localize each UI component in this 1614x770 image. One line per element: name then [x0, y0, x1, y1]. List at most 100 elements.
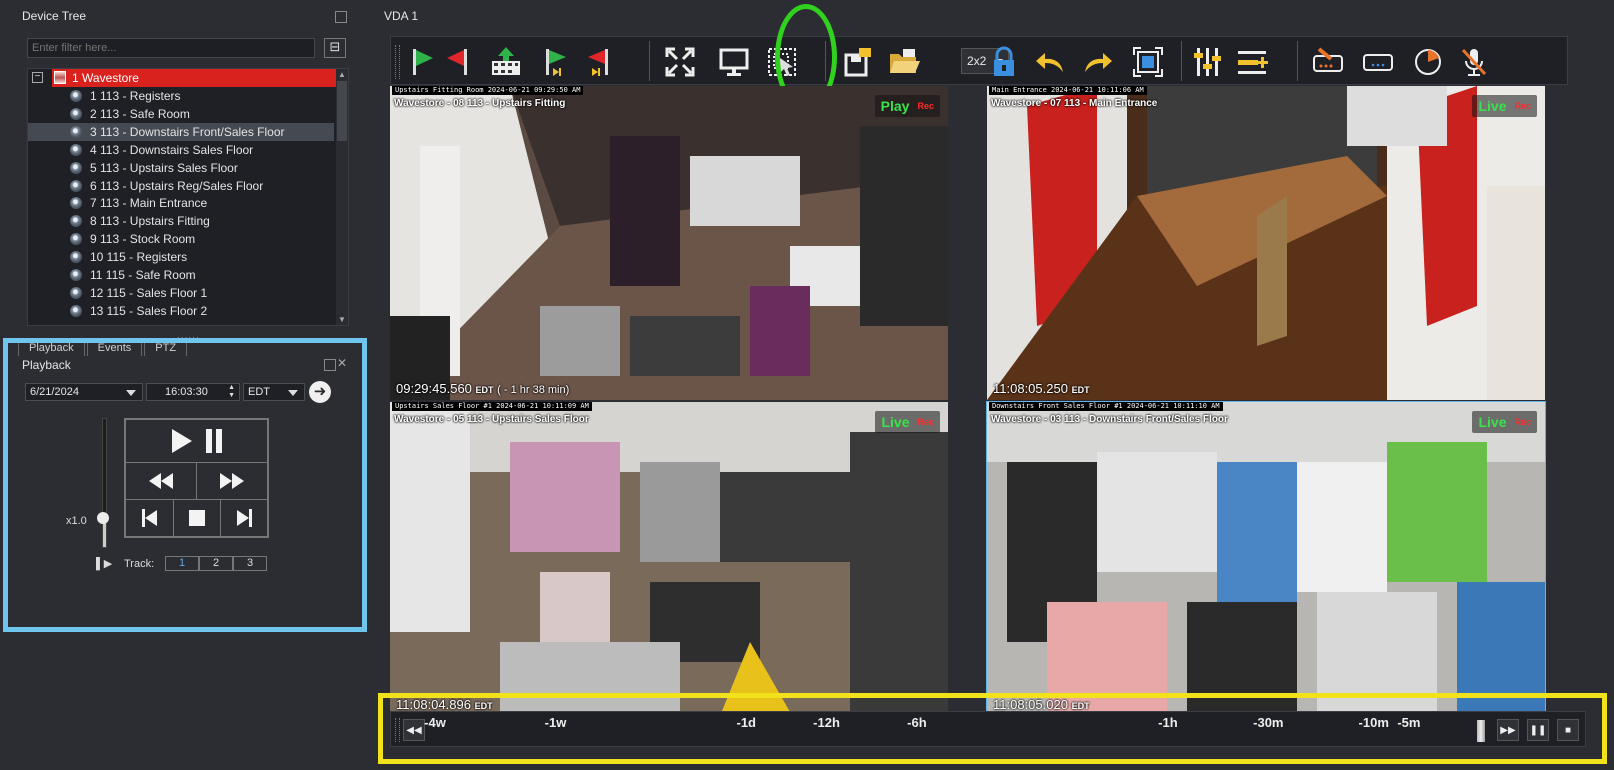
stop-button[interactable] [173, 499, 221, 537]
timeline-pause-button[interactable]: ❚❚ [1527, 719, 1549, 741]
add-overlay-button[interactable] [1235, 45, 1269, 79]
tree-item-camera[interactable]: 9 113 - Stock Room [28, 230, 334, 248]
device-status-button[interactable] [1361, 45, 1395, 79]
scroll-up-icon[interactable]: ▲ [338, 70, 346, 79]
camera-icon [70, 161, 82, 174]
open-view-button[interactable] [887, 45, 921, 79]
tab-events[interactable]: Events [86, 341, 143, 356]
chevron-down-icon [288, 390, 298, 396]
timeline-tick: -5m [1397, 715, 1421, 730]
lock-button[interactable] [987, 45, 1021, 79]
video-tile-1[interactable]: Upstairs Fitting Room 2024-06-21 09:29:5… [390, 86, 948, 400]
device-filter-input[interactable] [27, 38, 315, 58]
tree-item-camera[interactable]: 5 113 - Upstairs Sales Floor [28, 159, 334, 177]
device-icon [1363, 54, 1393, 71]
tree-item-camera[interactable]: 8 113 - Upstairs Fitting [28, 212, 334, 230]
go-to-start-mark-button[interactable] [537, 45, 571, 79]
date-picker[interactable]: 6/21/2024 [25, 383, 143, 401]
tz-value: EDT [1071, 385, 1090, 395]
tree-item-label: 5 113 - Upstairs Sales Floor [90, 160, 238, 175]
tree-scrollbar[interactable]: ▲ ▼ [336, 69, 348, 325]
timestamp: 11:08:05.250 EDT [993, 381, 1090, 396]
tree-item-camera[interactable]: 11 115 - Safe Room [28, 266, 334, 284]
timeline-grip[interactable] [395, 718, 400, 742]
time-spinner[interactable]: 16:03:30 ▲ ▼ [146, 383, 240, 401]
float-icon[interactable] [324, 359, 336, 371]
fast-forward-icon [220, 473, 244, 489]
video-frame [390, 86, 948, 400]
tree-item-camera[interactable]: 12 115 - Sales Floor 1 [28, 284, 334, 302]
tree-item-label: 2 113 - Safe Room [90, 106, 190, 121]
tree-item-label: 6 113 - Upstairs Reg/Sales Floor [90, 178, 264, 193]
speed-slider[interactable] [102, 418, 107, 548]
mark-end-button[interactable] [443, 45, 477, 79]
skip-back-button[interactable] [125, 499, 174, 537]
tree-item-camera[interactable]: 1 113 - Registers [28, 87, 334, 105]
select-region-button[interactable] [765, 45, 799, 79]
timeline-back-button[interactable]: ◀◀ [403, 719, 425, 741]
collapse-all-button[interactable]: ⊟ [324, 38, 346, 58]
flag-red-icon [447, 49, 467, 75]
scroll-down-icon[interactable]: ▼ [338, 315, 346, 324]
frame-step-icon[interactable]: ▌▶ [96, 557, 112, 570]
tree-root-label: 1 Wavestore [72, 71, 139, 85]
redo-button[interactable] [1081, 45, 1115, 79]
ptz-button[interactable] [1411, 45, 1445, 79]
fit-view-button[interactable] [1131, 45, 1165, 79]
save-view-button[interactable] [841, 45, 875, 79]
audio-mute-button[interactable] [1457, 45, 1491, 79]
collapse-icon[interactable]: − [32, 72, 43, 83]
toolbar-grip[interactable] [395, 45, 400, 79]
image-adjust-button[interactable] [1191, 45, 1225, 79]
timeline-tick: -4w [424, 715, 446, 730]
timezone-select[interactable]: EDT [243, 383, 305, 401]
tree-item-camera[interactable]: 7 113 - Main Entrance [28, 194, 334, 212]
go-to-end-mark-button[interactable] [583, 45, 617, 79]
osd-camera-stamp: Downstairs Front Sales Floor #1 2024-06-… [989, 402, 1223, 411]
camera-label: Wavestore - 07 113 - Main Entrance [991, 98, 1158, 109]
tree-item-camera[interactable]: 4 113 - Downstairs Sales Floor [28, 141, 334, 159]
close-icon[interactable]: ✕ [337, 356, 347, 370]
rec-indicator: Rec [1514, 101, 1531, 111]
video-tile-4[interactable]: Downstairs Front Sales Floor #1 2024-06-… [986, 401, 1546, 717]
camera-icon [70, 251, 82, 264]
status-text: Live [1478, 98, 1507, 114]
tree-item-camera[interactable]: 6 113 - Upstairs Reg/Sales Floor [28, 177, 334, 195]
fullscreen-button[interactable] [663, 45, 697, 79]
device-config-button[interactable] [1311, 45, 1345, 79]
tree-item-camera[interactable]: 3 113 - Downstairs Front/Sales Floor [28, 122, 334, 141]
video-frame [987, 402, 1545, 716]
monitor-button[interactable] [717, 45, 751, 79]
timeline-now-marker[interactable] [1477, 720, 1485, 742]
mark-start-button[interactable] [403, 45, 437, 79]
track-2-button[interactable]: 2 [199, 556, 233, 571]
fast-forward-button[interactable] [196, 462, 268, 500]
track-1-button[interactable]: 1 [165, 556, 199, 571]
scroll-thumb[interactable] [337, 81, 347, 141]
undo-button[interactable] [1033, 45, 1067, 79]
timeline-forward-button[interactable]: ▶▶ [1497, 719, 1519, 741]
timeline-track[interactable]: -4w -1w -1d -12h -6h -1h -30m -10m -5m [424, 712, 1439, 746]
track-3-button[interactable]: 3 [233, 556, 267, 571]
export-clip-button[interactable] [489, 45, 523, 79]
tree-root-wavestore[interactable]: − 1 Wavestore [28, 69, 348, 87]
skip-forward-button[interactable] [220, 499, 268, 537]
speed-slider-knob[interactable] [97, 512, 109, 524]
rewind-button[interactable] [125, 462, 197, 500]
tab-ptz[interactable]: PTZ [144, 341, 188, 356]
server-icon [54, 71, 66, 84]
float-icon[interactable] [335, 11, 347, 23]
spinner-arrows-icon[interactable]: ▲ ▼ [228, 384, 235, 400]
rec-indicator: Rec [917, 101, 934, 111]
tree-item-camera[interactable]: 2 113 - Safe Room [28, 105, 334, 123]
timeline-stop-button[interactable]: ■ [1557, 719, 1579, 741]
video-tile-3[interactable]: Upstairs Sales Floor #1 2024-06-21 10:11… [390, 402, 948, 716]
toolbar-separator [1297, 41, 1298, 81]
play-pause-button[interactable] [125, 419, 268, 463]
go-to-time-button[interactable]: ➜ [309, 381, 331, 403]
tab-playback[interactable]: Playback [18, 341, 85, 356]
tree-item-camera[interactable]: 10 115 - Registers [28, 248, 334, 266]
tree-item-camera[interactable]: 13 115 - Sales Floor 2 [28, 302, 334, 320]
tree-item-label: 13 115 - Sales Floor 2 [90, 303, 208, 318]
video-tile-2[interactable]: Main Entrance 2024-06-21 10:11:06 AM Wav… [987, 86, 1545, 400]
